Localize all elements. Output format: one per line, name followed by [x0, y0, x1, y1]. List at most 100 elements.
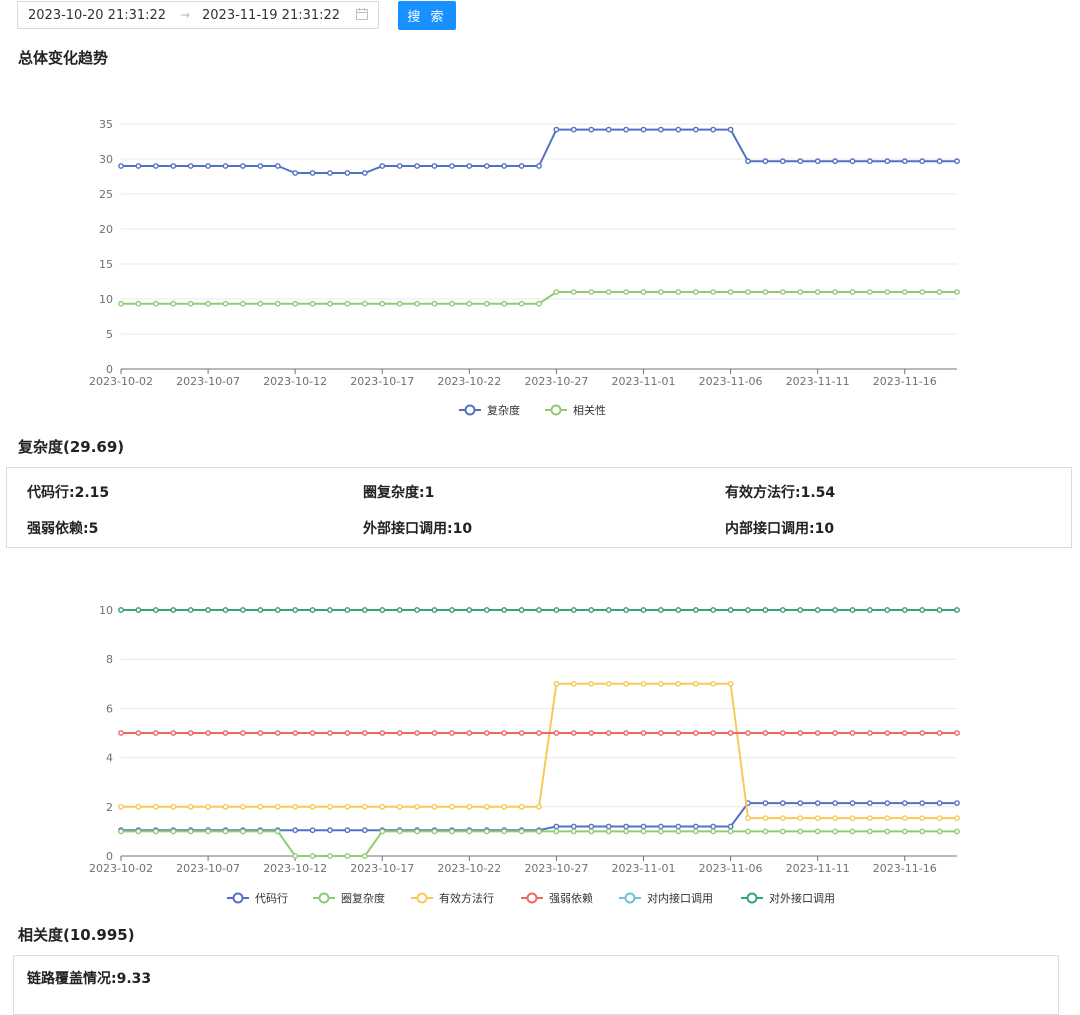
y-tick-label: 10: [99, 293, 113, 306]
correlation-metrics-panel: 链路覆盖情况:9.33: [13, 955, 1059, 1015]
data-point: [466, 607, 473, 613]
data-point: [222, 163, 229, 169]
series-line: [121, 830, 957, 857]
data-point: [536, 607, 542, 613]
x-tick-label: 2023-10-02: [89, 375, 153, 388]
data-point: [170, 607, 177, 613]
legend-item[interactable]: 对外接口调用: [741, 891, 835, 905]
data-point: [553, 680, 560, 687]
data-point: [745, 828, 751, 835]
range-separator-icon: →: [179, 8, 191, 22]
data-point: [954, 607, 960, 613]
data-point: [361, 827, 368, 834]
data-point: [814, 800, 821, 807]
data-point: [954, 730, 960, 736]
data-point: [396, 300, 403, 307]
data-point: [954, 800, 960, 807]
search-button[interactable]: 搜 索: [398, 1, 456, 30]
data-point: [309, 803, 316, 810]
data-point: [257, 300, 264, 307]
data-point: [623, 823, 629, 830]
data-point: [762, 158, 769, 165]
data-point: [205, 803, 212, 810]
data-point: [344, 607, 351, 613]
legend-item[interactable]: 对内接口调用: [619, 891, 713, 905]
data-point: [570, 828, 577, 835]
data-point: [135, 300, 142, 307]
data-point: [901, 815, 908, 822]
start-date-input[interactable]: 2023-10-20 21:31:22: [28, 8, 174, 23]
data-point: [518, 730, 525, 736]
legend-item[interactable]: 有效方法行: [411, 891, 494, 905]
x-tick-label: 2023-11-11: [786, 862, 850, 875]
data-point: [570, 730, 577, 736]
x-tick-label: 2023-11-01: [612, 862, 676, 875]
end-date-input[interactable]: 2023-11-19 21:31:22: [202, 8, 352, 23]
data-point: [779, 730, 786, 736]
data-point: [849, 815, 856, 822]
data-point: [187, 163, 194, 169]
data-point: [257, 607, 264, 613]
data-point: [361, 853, 368, 859]
legend-item[interactable]: 相关性: [545, 403, 606, 417]
metric-external-calls: 外部接口调用:10: [363, 521, 473, 537]
data-point: [414, 163, 420, 169]
y-tick-label: 30: [99, 153, 113, 166]
data-point: [135, 730, 142, 736]
data-point: [954, 815, 960, 822]
data-point: [361, 607, 368, 613]
data-point: [919, 607, 926, 613]
data-point: [135, 163, 142, 169]
data-point: [292, 803, 299, 810]
data-point: [257, 828, 264, 835]
data-point: [118, 803, 124, 810]
data-point: [832, 607, 838, 613]
data-point: [379, 730, 386, 736]
data-point: [292, 853, 299, 859]
metric-code-lines: 代码行:2.15: [27, 485, 110, 501]
data-point: [501, 828, 508, 835]
data-point: [379, 803, 386, 810]
data-point: [361, 170, 368, 176]
data-point: [640, 607, 647, 613]
data-point: [292, 607, 299, 613]
data-point: [901, 800, 908, 807]
data-point: [919, 800, 926, 807]
legend-label: 对内接口调用: [647, 891, 713, 905]
data-point: [379, 163, 386, 169]
data-point: [152, 828, 159, 835]
complexity-title: 复杂度(29.69): [18, 438, 125, 456]
data-point: [292, 300, 299, 307]
data-point: [884, 815, 891, 822]
data-point: [309, 853, 316, 859]
data-point: [466, 730, 473, 736]
data-point: [867, 815, 873, 822]
legend-item[interactable]: 圈复杂度: [313, 891, 385, 905]
x-tick-label: 2023-10-02: [89, 862, 153, 875]
legend-item[interactable]: 代码行: [227, 892, 288, 905]
data-point: [901, 828, 908, 835]
date-range-picker[interactable]: 2023-10-20 21:31:22 → 2023-11-19 21:31:2…: [17, 1, 379, 29]
data-point: [605, 289, 612, 295]
data-point: [448, 803, 455, 810]
y-tick-label: 6: [106, 702, 113, 715]
data-point: [187, 828, 194, 835]
data-point: [414, 803, 420, 810]
y-tick-label: 20: [99, 223, 113, 236]
data-point: [832, 289, 838, 295]
data-point: [588, 126, 595, 133]
legend-item[interactable]: 复杂度: [459, 403, 520, 417]
data-point: [448, 163, 455, 169]
data-point: [396, 607, 403, 613]
data-point: [501, 163, 508, 169]
data-point: [675, 823, 682, 830]
calendar-icon[interactable]: [356, 8, 368, 20]
data-point: [274, 163, 281, 169]
data-point: [867, 289, 873, 295]
data-point: [152, 803, 159, 810]
data-point: [344, 853, 351, 859]
data-point: [710, 607, 717, 613]
data-point: [118, 607, 124, 613]
legend-item[interactable]: 强弱依赖: [521, 892, 593, 905]
data-point: [675, 828, 682, 835]
